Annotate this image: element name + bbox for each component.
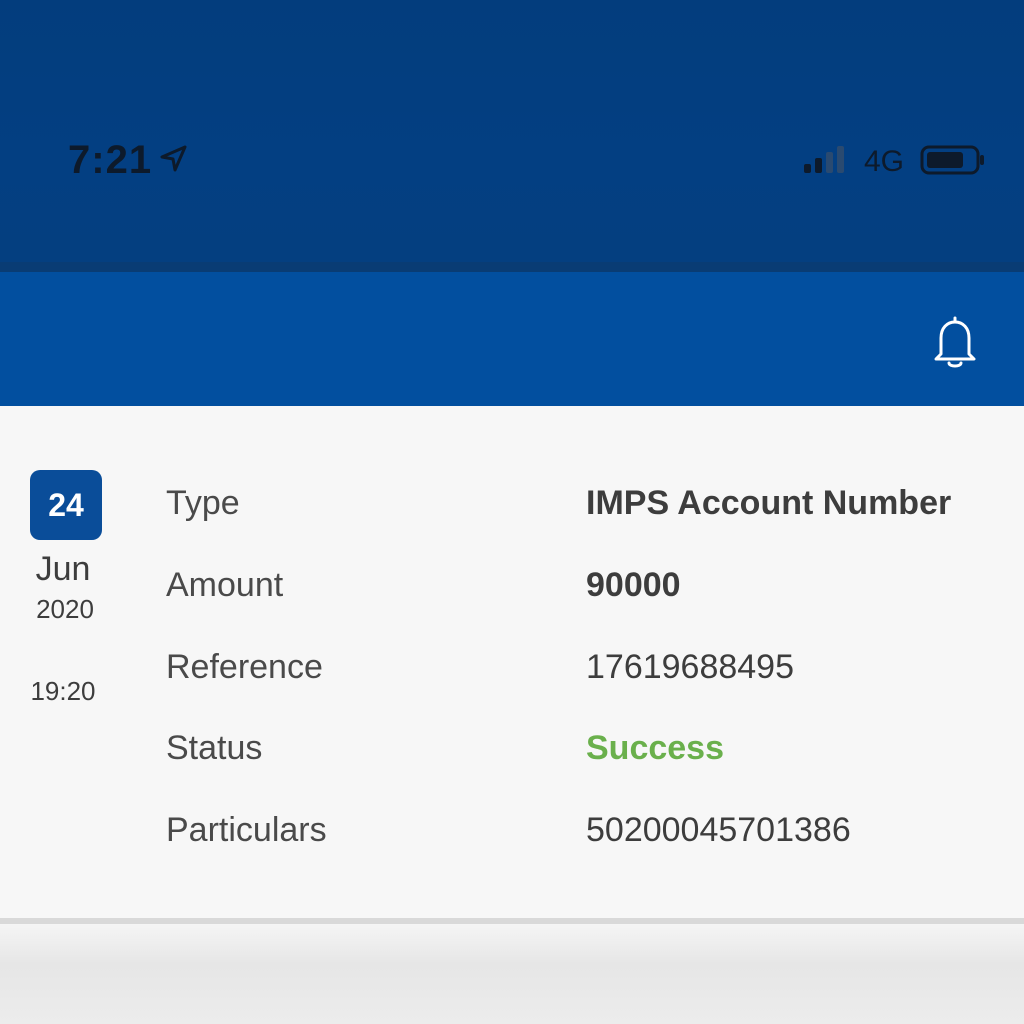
type-label: Type — [166, 484, 240, 522]
date-year: 2020 — [36, 594, 94, 624]
status-value: Success — [586, 729, 724, 767]
type-value: IMPS Account Number — [586, 484, 952, 522]
particulars-value: 50200045701386 — [586, 811, 851, 849]
status-bar-divider — [0, 262, 1024, 272]
transaction-card[interactable] — [0, 406, 1024, 918]
status-time: 7:21 — [68, 138, 153, 182]
network-type: 4G — [864, 145, 905, 178]
bell-icon[interactable] — [930, 314, 980, 370]
location-arrow-icon — [160, 145, 187, 172]
amount-value: 90000 — [586, 566, 681, 604]
particulars-label: Particulars — [166, 811, 327, 849]
signal-bars-icon — [804, 146, 844, 173]
next-card-area — [0, 924, 1024, 1024]
date-day-badge: 24 — [30, 470, 102, 540]
amount-label: Amount — [166, 566, 284, 604]
date-month: Jun — [35, 550, 91, 588]
app-header — [0, 272, 1024, 406]
reference-value: 17619688495 — [586, 648, 795, 686]
status-label: Status — [166, 729, 263, 767]
battery-icon — [920, 145, 984, 175]
transaction-time: 19:20 — [30, 676, 96, 706]
status-bar — [0, 0, 1024, 262]
reference-label: Reference — [166, 648, 323, 686]
